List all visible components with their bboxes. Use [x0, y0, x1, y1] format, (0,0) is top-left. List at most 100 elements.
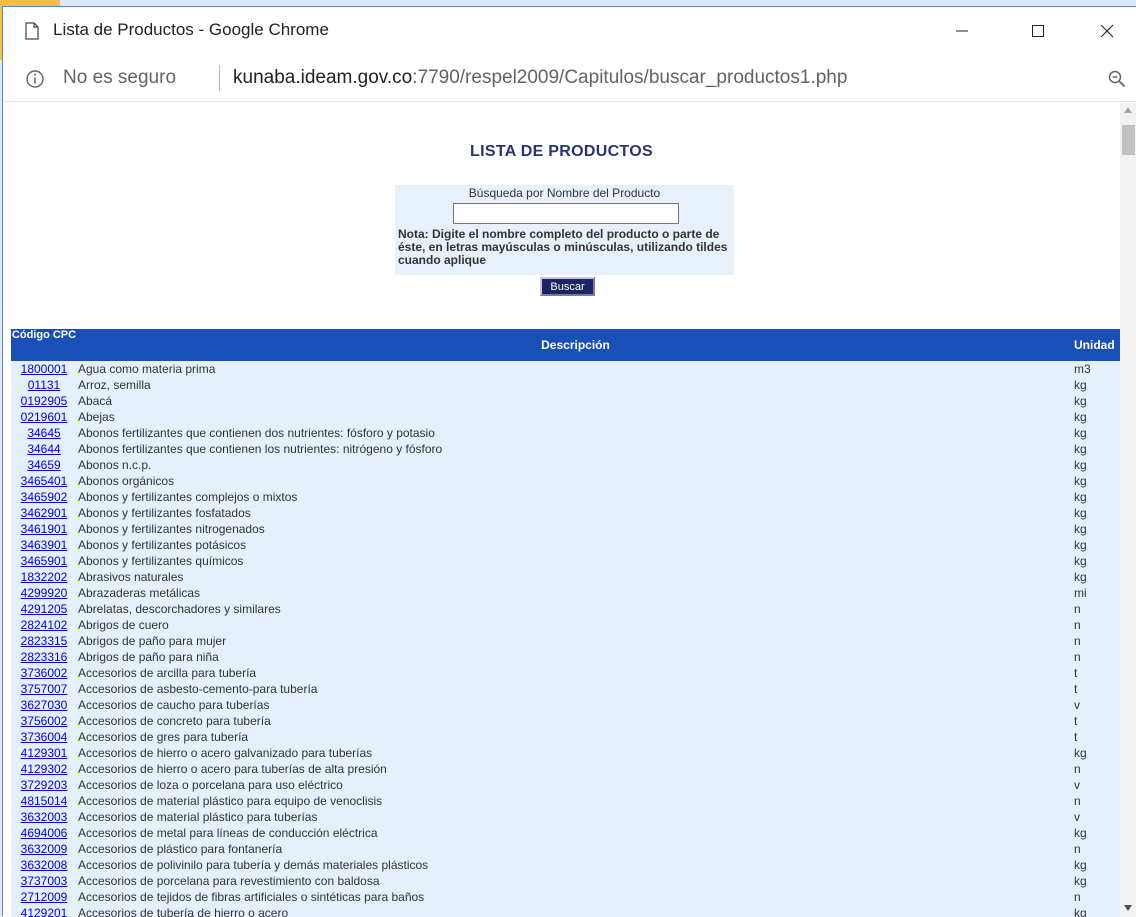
product-code-link[interactable]: 1800001 [11, 361, 77, 377]
search-input[interactable] [453, 203, 679, 224]
product-code-link[interactable]: 3736004 [11, 729, 77, 745]
product-code-link[interactable]: 1832202 [11, 569, 77, 585]
product-description: Accesorios de material plástico para tub… [78, 810, 318, 824]
product-description: Accesorios de hierro o acero galvanizado… [78, 746, 373, 760]
product-description: Abejas [78, 410, 115, 424]
product-code-link[interactable]: 4815014 [11, 793, 77, 809]
table-row: 3465901 Abonos y fertilizantes químicos kg [11, 553, 1120, 569]
close-button[interactable] [1084, 7, 1130, 54]
product-unit: kg [1074, 490, 1087, 504]
product-code-link[interactable]: 4129302 [11, 761, 77, 777]
product-code-link[interactable]: 4129201 [11, 905, 77, 917]
maximize-icon [1032, 24, 1044, 37]
url-field[interactable]: kunaba.ideam.gov.co:7790/respel2009/Capi… [233, 67, 847, 89]
product-unit: n [1074, 634, 1081, 648]
zoom-icon[interactable] [1108, 70, 1126, 88]
info-icon[interactable] [25, 69, 45, 89]
table-row: 4299920 Abrazaderas metálicas mi [11, 585, 1120, 601]
product-unit: kg [1074, 458, 1087, 472]
product-description: Accesorios de hierro o acero para tuberí… [78, 762, 387, 776]
product-code-link[interactable]: 3632008 [11, 857, 77, 873]
product-description: Abonos y fertilizantes químicos [78, 554, 244, 568]
product-code-link[interactable]: 2823315 [11, 633, 77, 649]
product-description: Accesorios de polivinilo para tubería y … [78, 858, 429, 872]
product-description: Abonos y fertilizantes fosfatados [78, 506, 251, 520]
product-code-link[interactable]: 3465901 [11, 553, 77, 569]
product-unit: kg [1074, 826, 1087, 840]
product-description: Abonos y fertilizantes nitrogenados [78, 522, 265, 536]
product-unit: kg [1074, 522, 1087, 536]
scroll-thumb[interactable] [1122, 125, 1135, 155]
product-code-link[interactable]: 34645 [11, 425, 77, 441]
product-code-link[interactable]: 2824102 [11, 617, 77, 633]
search-button[interactable]: Buscar [540, 277, 595, 296]
maximize-button[interactable] [1015, 7, 1061, 54]
product-description: Arroz, semilla [78, 378, 151, 392]
product-code-link[interactable]: 4694006 [11, 825, 77, 841]
product-code-link[interactable]: 3729203 [11, 777, 77, 793]
table-row: 3463901 Abonos y fertilizantes potásicos k… [11, 537, 1120, 553]
product-unit: t [1074, 682, 1078, 696]
product-unit: t [1074, 666, 1078, 680]
product-description: Abrelatas, descorchadores y similares [78, 602, 281, 616]
table-row: 01131 Arroz, semilla kg [11, 377, 1120, 393]
table-row: 3737003 Accesorios de porcelana para reve… [11, 873, 1120, 889]
product-description: Agua como materia prima [78, 362, 216, 376]
product-unit: n [1074, 602, 1081, 616]
scroll-down-arrow-icon[interactable] [1124, 905, 1132, 911]
address-bar: No es seguro kunaba.ideam.gov.co:7790/re… [3, 54, 1136, 102]
product-unit: kg [1074, 394, 1087, 408]
product-description: Abrasivos naturales [78, 570, 184, 584]
table-row: 4815014 Accesorios de material plástico p… [11, 793, 1120, 809]
table-row: 3736004 Accesorios de gres para tubería t [11, 729, 1120, 745]
product-code-link[interactable]: 3462901 [11, 505, 77, 521]
page-viewport: LISTA DE PRODUCTOS Búsqueda por Nombre d… [3, 103, 1120, 917]
table-row: 4129201 Accesorios de tubería de hierro o… [11, 905, 1120, 917]
product-unit: kg [1074, 442, 1087, 456]
product-code-link[interactable]: 3465902 [11, 489, 77, 505]
product-code-link[interactable]: 01131 [11, 377, 77, 393]
table-header: Código CPC Descripción Unidad [11, 329, 1120, 361]
product-code-link[interactable]: 0192905 [11, 393, 77, 409]
product-code-link[interactable]: 3632003 [11, 809, 77, 825]
product-code-link[interactable]: 34644 [11, 441, 77, 457]
table-row: 3729203 Accesorios de loza o porcelana pa… [11, 777, 1120, 793]
product-code-link[interactable]: 3756002 [11, 713, 77, 729]
minimize-button[interactable] [939, 7, 985, 54]
product-code-link[interactable]: 3736002 [11, 665, 77, 681]
product-description: Abonos fertilizantes que contienen los n… [78, 442, 443, 456]
table-row: 2824102 Abrigos de cuero n [11, 617, 1120, 633]
product-description: Accesorios de concreto para tubería [78, 714, 271, 728]
product-code-link[interactable]: 0219601 [11, 409, 77, 425]
product-code-link[interactable]: 3757007 [11, 681, 77, 697]
product-code-link[interactable]: 3461901 [11, 521, 77, 537]
product-code-link[interactable]: 3737003 [11, 873, 77, 889]
product-code-link[interactable]: 3632009 [11, 841, 77, 857]
search-panel: Búsqueda por Nombre del Producto Nota: D… [395, 185, 734, 275]
product-code-link[interactable]: 2712009 [11, 889, 77, 905]
product-code-link[interactable]: 3627030 [11, 697, 77, 713]
product-unit: kg [1074, 906, 1087, 917]
product-table: 1800001 Agua como materia prima m3 01131 Arr… [11, 361, 1120, 917]
product-code-link[interactable]: 34659 [11, 457, 77, 473]
product-description: Abrigos de paño para niña [78, 650, 219, 664]
product-unit: kg [1074, 746, 1087, 760]
product-code-link[interactable]: 4291205 [11, 601, 77, 617]
product-unit: t [1074, 714, 1078, 728]
product-code-link[interactable]: 3463901 [11, 537, 77, 553]
table-row: 4291205 Abrelatas, descorchadores y simil… [11, 601, 1120, 617]
search-label: Búsqueda por Nombre del Producto [468, 186, 661, 200]
product-code-link[interactable]: 3465401 [11, 473, 77, 489]
vertical-scrollbar[interactable] [1120, 103, 1136, 917]
address-separator [219, 65, 220, 91]
security-label[interactable]: No es seguro [63, 67, 176, 89]
product-code-link[interactable]: 4129301 [11, 745, 77, 761]
product-unit: n [1074, 762, 1081, 776]
table-row: 34645 Abonos fertilizantes que contienen … [11, 425, 1120, 441]
product-unit: m3 [1074, 362, 1091, 376]
table-row: 3632009 Accesorios de plástico para fonta… [11, 841, 1120, 857]
scroll-up-arrow-icon[interactable] [1124, 107, 1132, 113]
product-code-link[interactable]: 4299920 [11, 585, 77, 601]
product-code-link[interactable]: 2823316 [11, 649, 77, 665]
product-description: Abrigos de paño para mujer [78, 634, 227, 648]
